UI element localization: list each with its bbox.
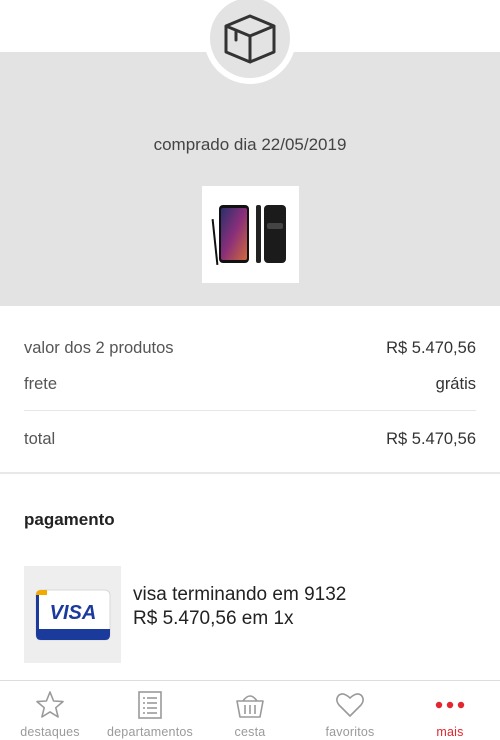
shipping-label: frete — [24, 374, 58, 393]
order-summary: valor dos 2 produtos R$ 5.470,56 frete g… — [24, 330, 476, 457]
star-icon — [34, 689, 66, 721]
tab-cesta[interactable]: cesta — [200, 681, 300, 740]
tab-label: mais — [436, 725, 464, 739]
tab-label: cesta — [234, 725, 266, 739]
total-row: total R$ 5.470,56 — [24, 421, 476, 457]
installments-description: R$ 5.470,56 em 1x — [133, 608, 294, 629]
heart-icon — [334, 689, 366, 721]
tab-mais[interactable]: mais — [400, 681, 500, 740]
shipping-row: frete grátis — [24, 366, 476, 402]
tab-favoritos[interactable]: favoritos — [300, 681, 400, 740]
list-icon — [134, 689, 166, 721]
payment-title: pagamento — [24, 510, 115, 529]
purchase-date: comprado dia 22/05/2019 — [153, 135, 347, 154]
total-value: R$ 5.470,56 — [386, 429, 476, 448]
bottom-tab-bar: destaques departamentos cesta favoritos … — [0, 680, 500, 740]
more-icon — [434, 689, 466, 721]
tab-departamentos[interactable]: departamentos — [100, 681, 200, 740]
order-header: comprado dia 22/05/2019 — [0, 0, 500, 306]
summary-divider — [24, 410, 476, 411]
card-description: visa terminando em 9132 — [133, 584, 347, 605]
shipping-value: grátis — [435, 374, 476, 393]
tab-label: departamentos — [107, 725, 193, 739]
products-value: R$ 5.470,56 — [386, 338, 476, 357]
section-separator — [0, 472, 500, 474]
tab-label: destaques — [20, 725, 80, 739]
visa-card-icon: VISA — [35, 589, 110, 640]
phone-product-image — [211, 204, 286, 265]
products-label: valor dos 2 produtos — [24, 338, 174, 357]
products-row: valor dos 2 produtos R$ 5.470,56 — [24, 330, 476, 366]
card-image: VISA — [24, 566, 121, 663]
basket-icon — [234, 689, 266, 721]
tab-destaques[interactable]: destaques — [0, 681, 100, 740]
total-label: total — [24, 429, 56, 448]
package-icon — [224, 14, 276, 64]
tab-label: favoritos — [325, 725, 375, 739]
product-thumbnail[interactable] — [202, 186, 299, 283]
visa-brand-text: VISA — [49, 602, 96, 624]
